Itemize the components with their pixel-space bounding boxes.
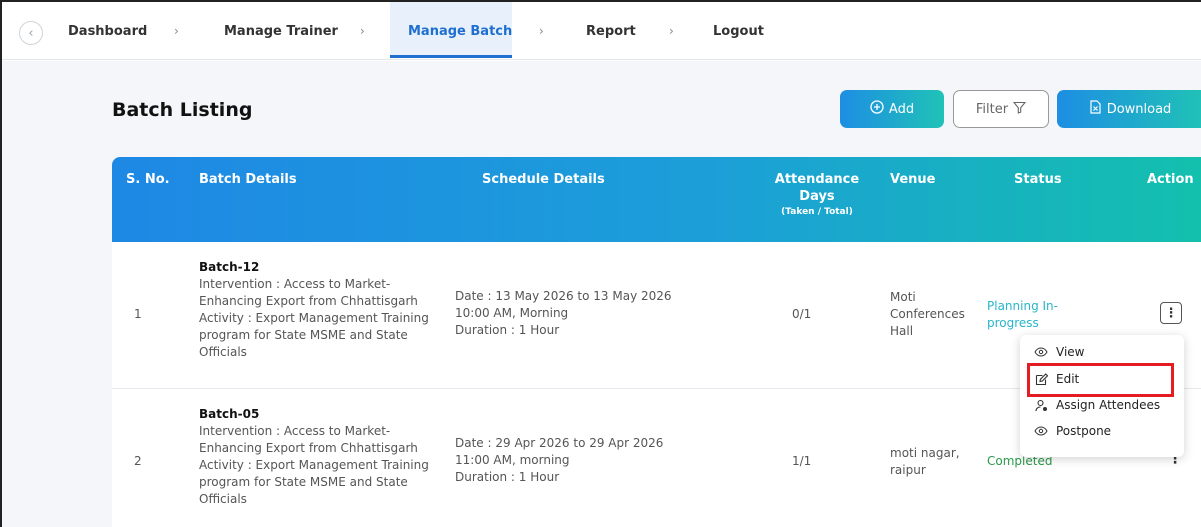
eye-icon xyxy=(1034,345,1048,359)
batch-detail-line: Officials xyxy=(199,345,247,359)
menu-item-label: View xyxy=(1056,345,1085,359)
header-attendance-line1: Attendance xyxy=(774,172,860,187)
download-button[interactable]: Download xyxy=(1057,90,1201,128)
download-label: Download xyxy=(1106,101,1172,117)
batch-detail-line: program for State MSME and State xyxy=(199,328,408,342)
nav-report[interactable]: Report xyxy=(586,2,636,60)
header-sno: S. No. xyxy=(126,172,170,187)
batch-detail-line: Intervention : Access to Market- xyxy=(199,424,391,438)
menu-item-postpone[interactable]: Postpone xyxy=(1034,424,1111,438)
eye-icon xyxy=(1034,424,1048,438)
batch-details: Batch-12 Intervention : Access to Market… xyxy=(199,259,429,361)
header-batch-details: Batch Details xyxy=(199,172,297,187)
nav-logout[interactable]: Logout xyxy=(713,2,764,60)
schedule-date: Date : 13 May 2026 to 13 May 2026 xyxy=(455,289,672,303)
back-chevron-icon[interactable]: ‹ xyxy=(19,21,43,45)
venue-line: moti nagar, xyxy=(890,446,960,460)
status-line: Planning In- xyxy=(987,299,1058,313)
venue-line: Moti xyxy=(890,290,916,304)
batch-detail-line: Officials xyxy=(199,492,247,506)
user-assign-icon xyxy=(1034,398,1048,412)
header-status: Status xyxy=(1014,172,1062,187)
attendance-count: 1/1 xyxy=(792,454,812,468)
edit-highlight-box xyxy=(1027,363,1174,397)
venue-line: Hall xyxy=(890,324,914,338)
menu-item-label: Assign Attendees xyxy=(1056,398,1161,412)
menu-item-view[interactable]: View xyxy=(1034,345,1084,359)
batch-detail-line: Enhancing Export from Chhattisgarh xyxy=(199,294,418,308)
schedule-time: 10:00 AM, Morning xyxy=(455,306,569,320)
schedule-details: Date : 29 Apr 2026 to 29 Apr 2026 11:00 … xyxy=(455,435,663,486)
app-frame: ‹ Dashboard › Manage Trainer › Manage Ba… xyxy=(0,0,1201,527)
nav-dashboard[interactable]: Dashboard xyxy=(68,2,147,60)
header-schedule-details: Schedule Details xyxy=(482,172,605,187)
filter-button[interactable]: Filter xyxy=(953,90,1049,128)
schedule-duration: Duration : 1 Hour xyxy=(455,470,560,484)
schedule-duration: Duration : 1 Hour xyxy=(455,323,560,337)
status-badge: Planning In- progress xyxy=(987,298,1058,332)
nav-separator-icon: › xyxy=(669,24,674,38)
header-attendance: Attendance Days (Taken / Total) xyxy=(762,172,872,217)
schedule-time: 11:00 AM, morning xyxy=(455,453,570,467)
nav-separator-icon: › xyxy=(539,24,544,38)
nav-separator-icon: › xyxy=(174,24,179,38)
header-attendance-line2: Days xyxy=(799,189,835,204)
batch-details: Batch-05 Intervention : Access to Market… xyxy=(199,406,429,508)
filter-label: Filter xyxy=(975,101,1009,117)
header-venue: Venue xyxy=(890,172,936,187)
venue-line: raipur xyxy=(890,463,926,477)
excel-file-icon xyxy=(1089,100,1102,118)
top-nav: ‹ Dashboard › Manage Trainer › Manage Ba… xyxy=(2,2,1201,60)
row-sno: 2 xyxy=(134,454,142,468)
venue: moti nagar, raipur xyxy=(890,445,960,479)
nav-separator-icon: › xyxy=(360,24,365,38)
batch-detail-line: program for State MSME and State xyxy=(199,475,408,489)
funnel-icon xyxy=(1012,101,1027,118)
page-title: Batch Listing xyxy=(112,99,253,121)
add-button[interactable]: Add xyxy=(840,90,944,128)
batch-detail-line: Enhancing Export from Chhattisgarh xyxy=(199,441,418,455)
batch-name: Batch-05 xyxy=(199,407,260,421)
nav-manage-trainer[interactable]: Manage Trainer xyxy=(224,2,338,60)
schedule-date: Date : 29 Apr 2026 to 29 Apr 2026 xyxy=(455,436,664,450)
main-content: Batch Listing Add Filter Download S. No.… xyxy=(2,61,1201,527)
attendance-count: 0/1 xyxy=(792,307,812,321)
schedule-details: Date : 13 May 2026 to 13 May 2026 10:00 … xyxy=(455,288,672,339)
batch-name: Batch-12 xyxy=(199,260,260,274)
batch-detail-line: Intervention : Access to Market- xyxy=(199,277,391,291)
header-attendance-sub: (Taken / Total) xyxy=(781,207,853,217)
venue-line: Conferences xyxy=(890,307,965,321)
header-action: Action xyxy=(1147,172,1194,187)
venue: Moti Conferences Hall xyxy=(890,289,965,340)
nav-manage-batch[interactable]: Manage Batch xyxy=(408,2,512,60)
plus-circle-icon xyxy=(870,100,884,118)
more-actions-icon[interactable]: ⋮ xyxy=(1160,302,1182,324)
batch-detail-line: Activity : Export Management Training xyxy=(199,311,429,325)
menu-item-assign-attendees[interactable]: Assign Attendees xyxy=(1034,398,1160,412)
row-sno: 1 xyxy=(134,307,142,321)
batch-detail-line: Activity : Export Management Training xyxy=(199,458,429,472)
table-header: S. No. Batch Details Schedule Details At… xyxy=(112,157,1201,242)
menu-item-label: Postpone xyxy=(1056,424,1112,438)
status-line: progress xyxy=(987,316,1039,330)
add-label: Add xyxy=(888,101,915,117)
